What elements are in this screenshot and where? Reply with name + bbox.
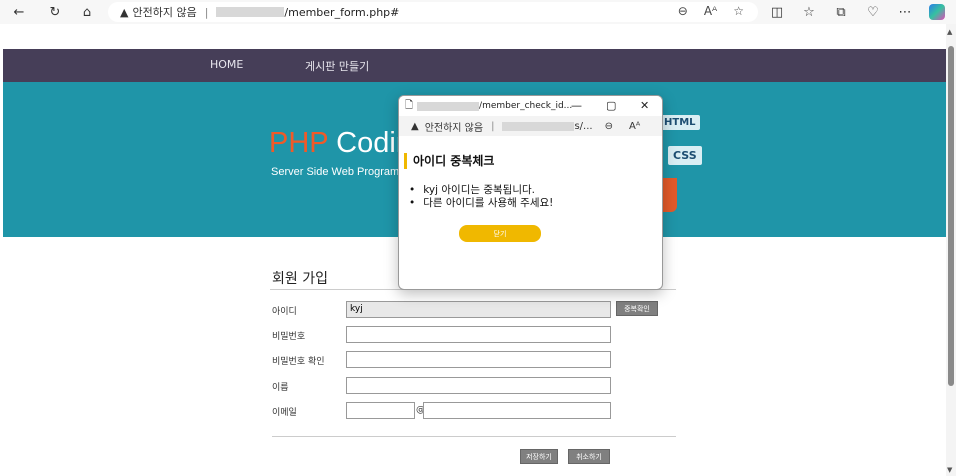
split-screen-icon[interactable]: ◫	[766, 1, 788, 23]
id-input[interactable]: kyj	[346, 301, 611, 318]
close-window-icon[interactable]: ✕	[640, 99, 649, 112]
popup-security-status: 안전하지 않음	[424, 122, 484, 134]
maximize-icon[interactable]: ▢	[606, 99, 616, 112]
scroll-up-icon[interactable]: ▲	[947, 28, 952, 36]
page-scrollbar[interactable]: ▲ ▼	[946, 24, 956, 476]
popup-title-path: /member_check_id...	[479, 101, 573, 111]
zoom-icon[interactable]: ⊖	[678, 4, 688, 18]
popup-message-list: kyj 아이디는 중복됩니다. 다른 아이디를 사용해 주세요!	[409, 184, 553, 210]
label-email: 이메일	[272, 408, 297, 418]
read-aloud-icon[interactable]: Aᴬ	[629, 121, 640, 132]
label-password: 비밀번호	[272, 332, 306, 342]
popup-titlebar: 🗋 /member_check_id... — ▢ ✕	[399, 96, 662, 116]
scroll-thumb[interactable]	[948, 46, 954, 386]
popup-address-bar[interactable]: ▲ 안전하지 않음 | s/... ⊖ Aᴬ	[399, 116, 662, 136]
collections-icon[interactable]: ⧉	[830, 1, 852, 23]
address-bar[interactable]: ▲ 안전하지 않음 | /member_form.php# ⊖ Aᴬ ☆	[108, 2, 758, 22]
hero-title: PHP Codin	[269, 127, 412, 160]
browser-toolbar: ← ↻ ⌂ ▲ 안전하지 않음 | /member_form.php# ⊖ Aᴬ…	[0, 0, 956, 24]
label-id: 아이디	[272, 307, 297, 317]
popup-message: kyj 아이디는 중복됩니다.	[409, 184, 553, 197]
security-status: 안전하지 않음	[132, 6, 197, 19]
back-icon[interactable]: ←	[8, 1, 30, 23]
favorite-icon[interactable]: ☆	[733, 4, 744, 18]
email-local-input[interactable]	[346, 402, 415, 419]
hero-title-php: PHP	[269, 127, 329, 159]
document-icon: 🗋	[405, 99, 414, 111]
url-separator: |	[204, 5, 209, 19]
popup-heading: 아이디 중복체크	[404, 153, 494, 169]
refresh-icon[interactable]: ↻	[44, 1, 66, 23]
hero-subtitle: Server Side Web Program	[271, 166, 400, 178]
copilot-icon	[929, 4, 945, 20]
redacted-host	[417, 101, 480, 111]
css-badge: CSS	[668, 146, 702, 165]
read-aloud-icon[interactable]: Aᴬ	[704, 4, 717, 18]
browser-essentials-icon[interactable]: ♡	[862, 1, 884, 23]
popup-url-tail: s/...	[574, 120, 593, 132]
top-nav: HOME 게시판 만들기	[3, 49, 946, 82]
popup-close-button[interactable]: 닫기	[459, 225, 541, 242]
url-separator: |	[491, 120, 495, 132]
duplicate-check-popup: 🗋 /member_check_id... — ▢ ✕ ▲ 안전하지 않음 | …	[398, 95, 663, 290]
password-input[interactable]	[346, 326, 611, 343]
redacted-host	[502, 121, 575, 131]
label-password-confirm: 비밀번호 확인	[272, 357, 325, 367]
scroll-down-icon[interactable]: ▼	[947, 466, 952, 474]
home-icon[interactable]: ⌂	[76, 1, 98, 23]
copilot-button[interactable]	[926, 1, 948, 23]
name-input[interactable]	[346, 377, 611, 394]
more-menu-icon[interactable]: ⋯	[894, 1, 916, 23]
favorites-list-icon[interactable]: ☆	[798, 1, 820, 23]
nav-home[interactable]: HOME	[210, 58, 243, 71]
save-button[interactable]: 저장하기	[520, 449, 558, 464]
minimize-icon[interactable]: —	[571, 99, 582, 112]
form-title: 회원 가입	[272, 271, 328, 287]
url-path: /member_form.php#	[284, 5, 400, 19]
warning-icon: ▲	[120, 5, 129, 19]
zoom-icon[interactable]: ⊖	[605, 121, 613, 132]
cancel-button[interactable]: 취소하기	[568, 449, 610, 464]
email-domain-input[interactable]	[423, 402, 611, 419]
warning-icon: ▲	[411, 120, 419, 132]
label-name: 이름	[272, 383, 289, 393]
popup-message: 다른 아이디를 사용해 주세요!	[409, 197, 553, 210]
nav-board[interactable]: 게시판 만들기	[305, 58, 369, 74]
redacted-host	[216, 7, 285, 17]
duplicate-check-button[interactable]: 중복확인	[616, 301, 658, 316]
html-badge: HTML	[660, 115, 700, 130]
password-confirm-input[interactable]	[346, 351, 611, 368]
form-bottom-divider	[272, 436, 676, 437]
